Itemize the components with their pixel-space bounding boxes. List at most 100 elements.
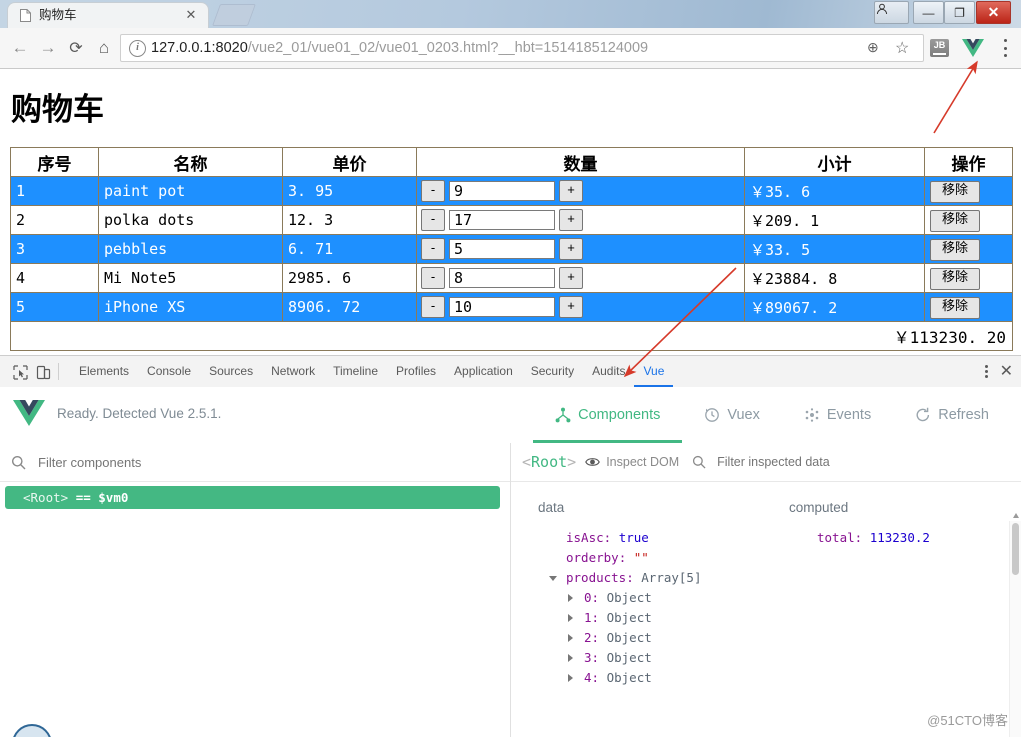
home-icon[interactable]: ⌂	[92, 36, 116, 60]
column-header-index[interactable]: 序号	[10, 147, 99, 177]
tab-elements[interactable]: Elements	[70, 356, 138, 387]
maximize-window-button[interactable]: ❐	[944, 1, 975, 24]
column-header-price[interactable]: 单价	[282, 147, 417, 177]
increment-button[interactable]: +	[559, 267, 583, 289]
chevron-down-icon[interactable]	[549, 576, 557, 585]
decrement-button[interactable]: -	[421, 267, 445, 289]
reload-icon[interactable]: ⟳	[64, 36, 88, 60]
back-icon[interactable]: ←	[8, 36, 32, 60]
zoom-icon[interactable]: ⊕	[867, 39, 885, 57]
decrement-button[interactable]: -	[421, 296, 445, 318]
tab-security[interactable]: Security	[522, 356, 583, 387]
data-group: data isAsc: true orderby: "" products: A…	[538, 500, 788, 688]
cart-total: ￥113230. 20	[10, 321, 1013, 351]
table-header-row: 序号 名称 单价 数量 小计 操作	[10, 147, 1013, 177]
tab-timeline[interactable]: Timeline	[324, 356, 387, 387]
data-key: products	[566, 570, 627, 585]
quantity-input[interactable]: 5	[449, 239, 555, 259]
browser-tab[interactable]: 购物车 ✕	[8, 3, 208, 28]
increment-button[interactable]: +	[559, 238, 583, 260]
column-header-name[interactable]: 名称	[98, 147, 283, 177]
decrement-button[interactable]: -	[421, 209, 445, 231]
column-header-action[interactable]: 操作	[924, 147, 1013, 177]
remove-button[interactable]: 移除	[930, 180, 980, 203]
close-icon: ✕	[987, 4, 1000, 20]
scroll-up-icon[interactable]	[1013, 513, 1019, 518]
component-tree-item-root[interactable]: <Root> == $vm0	[5, 486, 500, 509]
devtools-menu-icon[interactable]	[984, 365, 988, 378]
vue-tab-vuex[interactable]: Vuex	[682, 387, 782, 443]
tab-network[interactable]: Network	[262, 356, 324, 387]
computed-row-total[interactable]: total: 113230.2	[789, 528, 999, 548]
vue-tab-events-label: Events	[826, 407, 872, 423]
forward-icon[interactable]: →	[36, 36, 60, 60]
data-row-product-4[interactable]: 4: Object	[538, 668, 788, 688]
cell-index: 3	[10, 234, 99, 264]
inspect-element-icon[interactable]	[10, 362, 30, 382]
data-value: Array[5]	[641, 570, 702, 585]
watermark: @51CTO博客	[927, 713, 1008, 728]
tab-audits[interactable]: Audits	[583, 356, 634, 387]
vue-tab-events[interactable]: Events	[782, 387, 893, 443]
close-window-button[interactable]: ✕	[976, 1, 1011, 24]
tab-sources[interactable]: Sources	[200, 356, 262, 387]
data-value: Object	[606, 610, 652, 625]
filter-inspected-data-input[interactable]	[715, 454, 920, 470]
data-row-product-2[interactable]: 2: Object	[538, 628, 788, 648]
address-bar[interactable]: i 127.0.0.1:8020/vue2_01/vue01_02/vue01_…	[120, 34, 924, 62]
chevron-right-icon[interactable]	[568, 594, 573, 602]
data-row-isAsc[interactable]: isAsc: true	[538, 528, 788, 548]
inspect-dom-label: Inspect DOM	[606, 455, 680, 469]
chevron-right-icon[interactable]	[568, 614, 573, 622]
tab-profiles[interactable]: Profiles	[387, 356, 445, 387]
remove-button[interactable]: 移除	[930, 209, 980, 232]
decrement-button[interactable]: -	[421, 180, 445, 202]
data-row-orderby[interactable]: orderby: ""	[538, 548, 788, 568]
chevron-right-icon[interactable]	[568, 674, 573, 682]
quantity-input[interactable]: 17	[449, 210, 555, 230]
tab-vue[interactable]: Vue	[634, 356, 673, 387]
tab-console[interactable]: Console	[138, 356, 200, 387]
scrollbar-thumb[interactable]	[1012, 523, 1019, 575]
chevron-right-icon[interactable]	[568, 654, 573, 662]
column-header-subtotal[interactable]: 小计	[744, 147, 925, 177]
page-title: 购物车	[11, 92, 104, 128]
chrome-menu-icon[interactable]	[997, 39, 1013, 57]
table-body: 1 paint pot 3. 95 - 9 + ￥35. 6 移除 2 polk…	[10, 176, 1013, 351]
remove-button[interactable]: 移除	[930, 267, 980, 290]
remove-button[interactable]: 移除	[930, 238, 980, 261]
increment-button[interactable]: +	[559, 180, 583, 202]
vue-refresh-button[interactable]: Refresh	[893, 387, 1011, 443]
vue-devtools-extension-icon[interactable]	[962, 38, 984, 58]
minimize-window-button[interactable]: —	[913, 1, 944, 24]
inspect-dom-button[interactable]: Inspect DOM	[585, 455, 679, 469]
site-info-icon[interactable]: i	[129, 40, 146, 57]
increment-button[interactable]: +	[559, 209, 583, 231]
jetbrains-extension-icon[interactable]: JB	[930, 39, 949, 57]
column-header-quantity[interactable]: 数量	[416, 147, 745, 177]
vue-tab-components[interactable]: Components	[533, 387, 682, 443]
increment-button[interactable]: +	[559, 296, 583, 318]
data-key: orderby	[566, 550, 619, 565]
cell-subtotal: ￥35. 6	[744, 176, 925, 206]
data-row-product-0[interactable]: 0: Object	[538, 588, 788, 608]
close-devtools-icon[interactable]: ✕	[1000, 363, 1013, 380]
toggle-device-toolbar-icon[interactable]	[33, 362, 53, 382]
filter-components-input[interactable]	[36, 453, 390, 471]
remove-button[interactable]: 移除	[930, 296, 980, 319]
user-profile-button[interactable]	[874, 1, 909, 24]
inspector-scrollbar[interactable]	[1009, 513, 1021, 737]
close-tab-icon[interactable]: ✕	[184, 8, 198, 22]
cell-quantity: - 17 +	[416, 205, 745, 235]
quantity-input[interactable]: 8	[449, 268, 555, 288]
data-value: true	[618, 530, 649, 545]
decrement-button[interactable]: -	[421, 238, 445, 260]
data-row-product-3[interactable]: 3: Object	[538, 648, 788, 668]
quantity-input[interactable]: 9	[449, 181, 555, 201]
data-row-products[interactable]: products: Array[5]	[538, 568, 788, 588]
data-row-product-1[interactable]: 1: Object	[538, 608, 788, 628]
bookmark-star-icon[interactable]: ☆	[895, 38, 913, 57]
tab-application[interactable]: Application	[445, 356, 522, 387]
quantity-input[interactable]: 10	[449, 297, 555, 317]
chevron-right-icon[interactable]	[568, 634, 573, 642]
